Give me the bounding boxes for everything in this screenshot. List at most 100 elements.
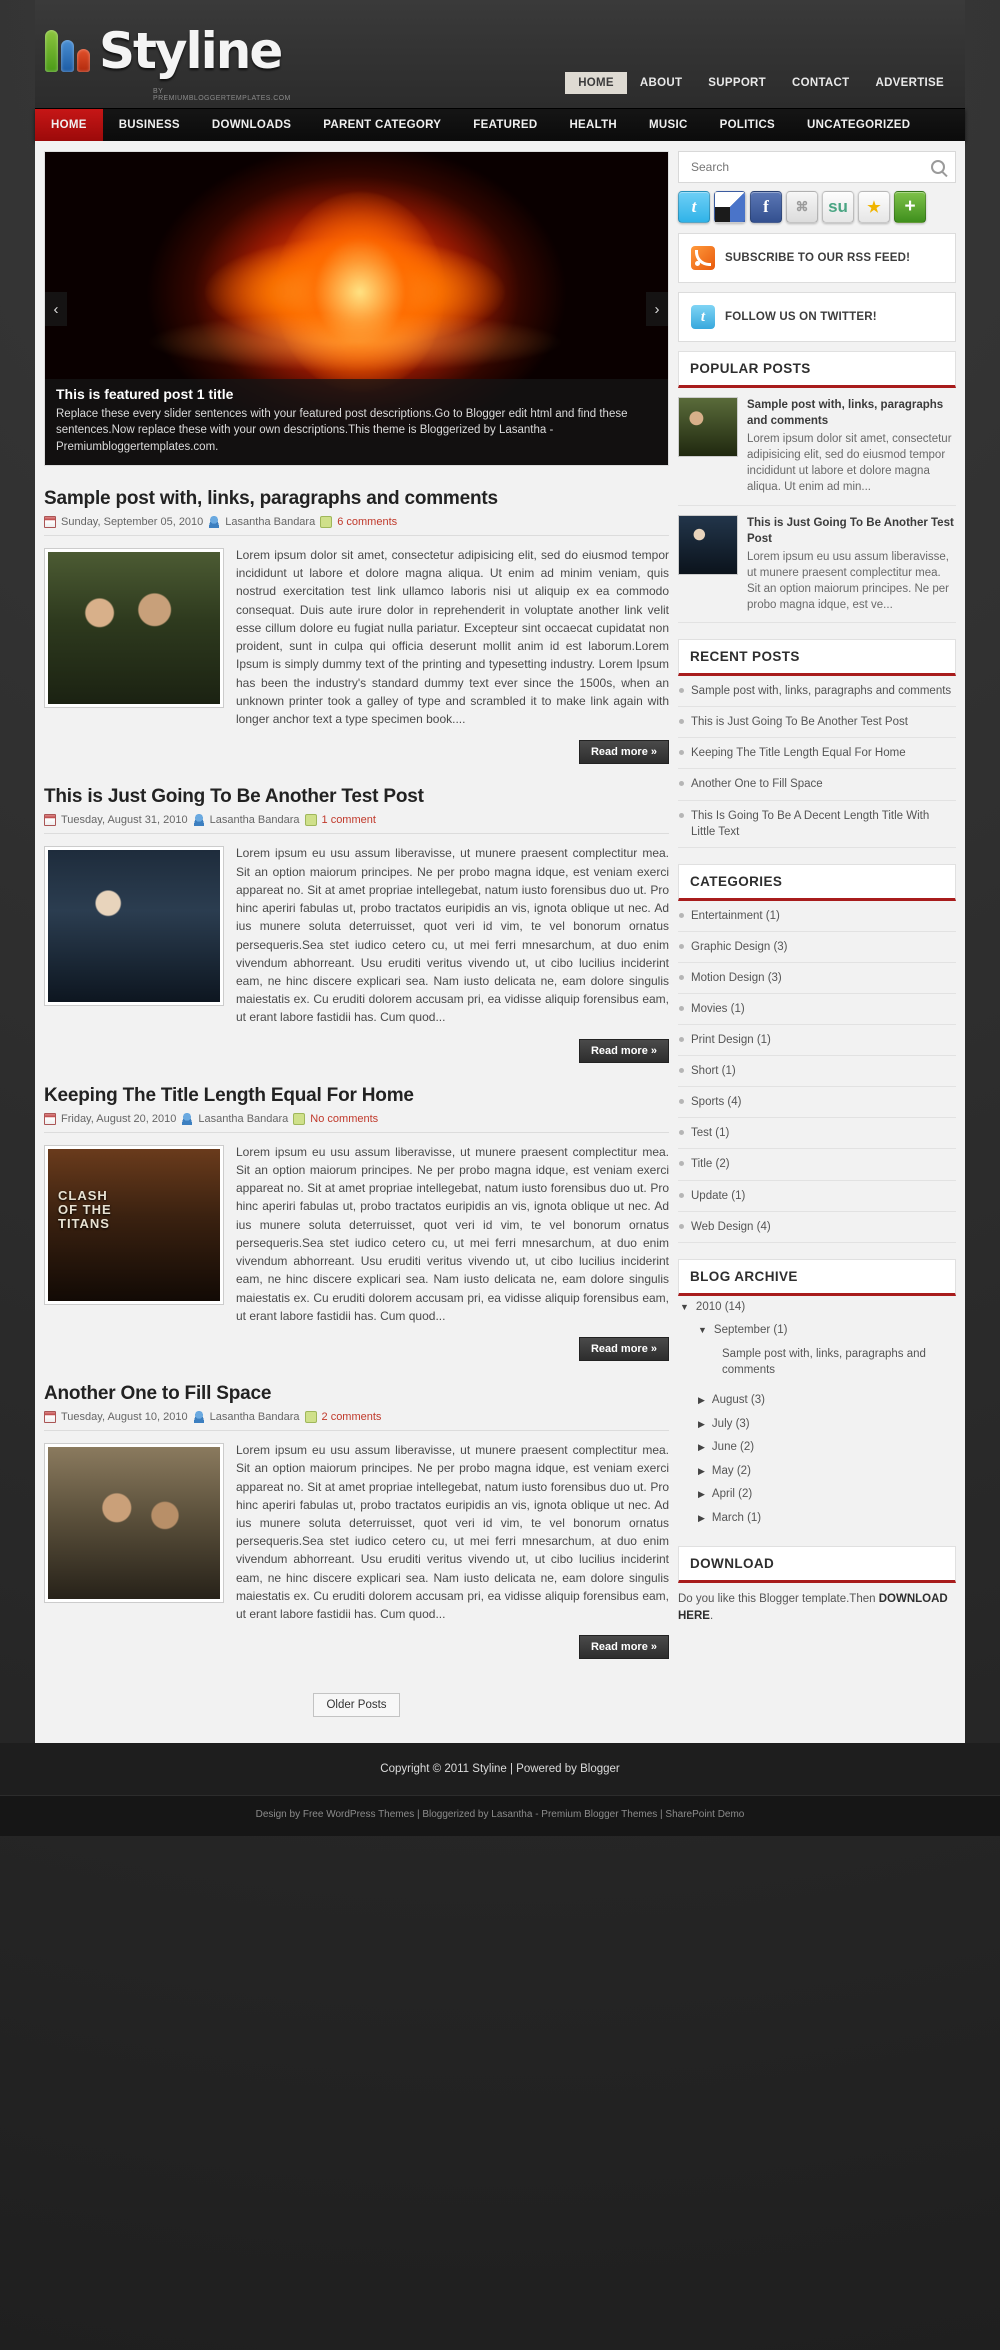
archive-month-row[interactable]: ▶ June (2) [678,1436,956,1460]
recent-post-link[interactable]: Keeping The Title Length Equal For Home [691,747,906,759]
category-link[interactable]: Movies (1) [691,1003,745,1015]
list-item[interactable]: Print Design (1) [678,1025,956,1057]
chevron-right-icon[interactable]: ▶ [698,1441,705,1455]
category-link[interactable]: Graphic Design (3) [691,941,788,953]
nav-uncategorized[interactable]: UNCATEGORIZED [791,109,926,141]
popular-post-thumbnail[interactable] [678,397,738,457]
archive-month-label[interactable]: September (1) [714,1324,788,1336]
list-item[interactable]: Entertainment (1) [678,901,956,932]
nav-parent-category[interactable]: PARENT CATEGORY [307,109,457,141]
archive-month-row[interactable]: ▶ May (2) [678,1460,956,1484]
category-link[interactable]: Update (1) [691,1190,745,1202]
recent-post-link[interactable]: Sample post with, links, paragraphs and … [691,685,951,697]
chevron-right-icon[interactable]: ▶ [698,1512,705,1526]
favorites-star-icon[interactable]: ★ [858,191,890,223]
archive-month-label[interactable]: August (3) [712,1394,765,1406]
older-posts-button[interactable]: Older Posts [313,1693,400,1718]
category-link[interactable]: Entertainment (1) [691,910,780,922]
read-more-button[interactable]: Read more » [578,740,669,765]
search-input[interactable] [689,159,931,175]
post-thumbnail[interactable] [44,846,224,1007]
list-item[interactable]: Keeping The Title Length Equal For Home [678,738,956,770]
top-nav-about[interactable]: ABOUT [627,72,695,94]
recent-post-link[interactable]: Another One to Fill Space [691,778,823,790]
category-link[interactable]: Test (1) [691,1127,729,1139]
archive-month-label[interactable]: July (3) [712,1418,750,1430]
archive-month-row[interactable]: ▶ July (3) [678,1413,956,1437]
top-nav-advertise[interactable]: ADVERTISE [862,72,957,94]
list-item[interactable]: Title (2) [678,1149,956,1181]
list-item[interactable]: Sports (4) [678,1087,956,1119]
category-link[interactable]: Title (2) [691,1158,730,1170]
chevron-right-icon[interactable]: ▶ [698,1394,705,1408]
twitter-icon[interactable]: t [678,191,710,223]
chevron-right-icon[interactable]: ▶ [698,1465,705,1479]
archive-month-label[interactable]: May (2) [712,1465,751,1477]
nav-home[interactable]: HOME [35,109,103,141]
category-link[interactable]: Short (1) [691,1065,736,1077]
search-box[interactable] [678,151,956,183]
nav-featured[interactable]: FEATURED [457,109,553,141]
top-nav-contact[interactable]: CONTACT [779,72,862,94]
popular-post-item[interactable]: Sample post with, links, paragraphs and … [678,388,956,506]
site-logo[interactable]: Styline BY PREMIUMBLOGGERTEMPLATES.COM [45,26,290,102]
list-item[interactable]: This Is Going To Be A Decent Length Titl… [678,801,956,848]
post-comments-link[interactable]: 6 comments [337,516,397,528]
slider-next-arrow[interactable]: › [646,292,668,326]
list-item[interactable]: Graphic Design (3) [678,932,956,963]
nav-music[interactable]: MUSIC [633,109,704,141]
top-nav-support[interactable]: SUPPORT [695,72,779,94]
nav-business[interactable]: BUSINESS [103,109,196,141]
stumbleupon-icon[interactable]: su [822,191,854,223]
rss-subscribe-banner[interactable]: SUBSCRIBE TO OUR RSS FEED! [678,233,956,283]
facebook-icon[interactable]: f [750,191,782,223]
list-item[interactable]: Short (1) [678,1056,956,1088]
list-item[interactable]: This is Just Going To Be Another Test Po… [678,707,956,739]
post-comments-link[interactable]: 1 comment [322,814,376,826]
archive-month-label[interactable]: April (2) [712,1488,752,1500]
archive-month-row[interactable]: ▶ April (2) [678,1483,956,1507]
chevron-down-icon[interactable]: ▼ [698,1324,707,1338]
popular-post-title[interactable]: This is Just Going To Be Another Test Po… [747,515,956,547]
top-nav-home[interactable]: HOME [565,72,627,94]
nav-downloads[interactable]: DOWNLOADS [196,109,307,141]
recent-post-link[interactable]: This Is Going To Be A Decent Length Titl… [691,810,929,838]
popular-post-thumbnail[interactable] [678,514,738,575]
read-more-button[interactable]: Read more » [578,1337,669,1362]
list-item[interactable]: Update (1) [678,1181,956,1212]
list-item[interactable]: Sample post with, links, paragraphs and … [678,676,956,708]
popular-post-item[interactable]: This is Just Going To Be Another Test Po… [678,506,956,624]
chevron-right-icon[interactable]: ▶ [698,1488,705,1502]
delicious-icon[interactable] [714,191,746,223]
post-thumbnail[interactable] [44,1144,224,1305]
category-link[interactable]: Print Design (1) [691,1034,771,1046]
post-title[interactable]: Another One to Fill Space [44,1383,669,1405]
popular-post-title[interactable]: Sample post with, links, paragraphs and … [747,397,956,429]
add-share-icon[interactable]: + [894,191,926,223]
archive-month-label[interactable]: March (1) [712,1512,761,1524]
chevron-right-icon[interactable]: ▶ [698,1418,705,1432]
post-thumbnail[interactable] [44,548,224,708]
archive-month-label[interactable]: June (2) [712,1441,754,1453]
search-icon[interactable] [931,160,945,174]
list-item[interactable]: Motion Design (3) [678,963,956,994]
archive-month-row[interactable]: ▼ September (1) [678,1319,956,1343]
list-item[interactable]: Movies (1) [678,994,956,1026]
post-thumbnail[interactable] [44,1443,224,1604]
list-item[interactable]: Test (1) [678,1118,956,1150]
category-link[interactable]: Sports (4) [691,1096,742,1108]
post-title[interactable]: This is Just Going To Be Another Test Po… [44,786,669,808]
archive-month-row[interactable]: ▶ August (3) [678,1389,956,1413]
slider-prev-arrow[interactable]: ‹ [45,292,67,326]
read-more-button[interactable]: Read more » [578,1635,669,1660]
list-item[interactable]: Web Design (4) [678,1212,956,1243]
nav-politics[interactable]: POLITICS [704,109,791,141]
post-title[interactable]: Sample post with, links, paragraphs and … [44,488,669,510]
category-link[interactable]: Motion Design (3) [691,972,782,984]
post-comments-link[interactable]: No comments [310,1113,378,1125]
archive-year-label[interactable]: 2010 (14) [696,1301,745,1313]
post-title[interactable]: Keeping The Title Length Equal For Home [44,1085,669,1107]
archive-post-link[interactable]: Sample post with, links, paragraphs and … [678,1343,956,1389]
archive-month-row[interactable]: ▶ March (1) [678,1507,956,1531]
archive-year-row[interactable]: ▼ 2010 (14) [678,1296,956,1320]
